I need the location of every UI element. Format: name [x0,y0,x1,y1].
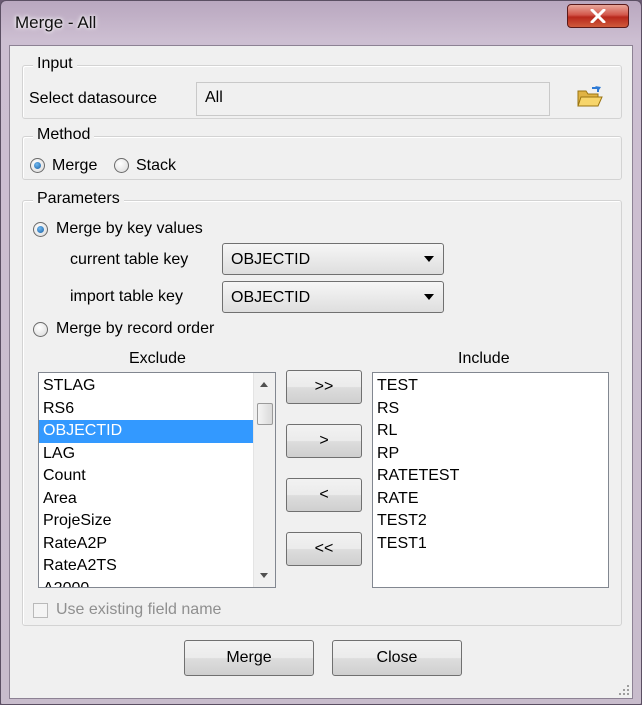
import-table-key-label: import table key [70,288,183,305]
list-item[interactable]: Area [39,488,275,511]
current-table-key-dropdown[interactable]: OBJECTID [222,243,444,275]
list-item[interactable]: RATETEST [373,465,608,488]
merge-button[interactable]: Merge [184,640,314,676]
list-item[interactable]: TEST [373,375,608,398]
list-item[interactable]: ProjeSize [39,510,275,533]
remove-button[interactable]: < [286,478,362,512]
list-item[interactable]: TEST1 [373,533,608,556]
list-item[interactable]: RL [373,420,608,443]
chevron-down-icon [424,256,434,262]
list-item[interactable]: RS [373,398,608,421]
list-item[interactable]: RP [373,443,608,466]
merge-dialog-window: Merge - All Input Select datasource All … [0,0,642,705]
exclude-listbox[interactable]: STLAG RS6 OBJECTID LAG Count Area ProjeS… [38,372,276,588]
method-merge-radio[interactable] [30,158,45,173]
merge-by-record-label: Merge by record order [56,320,215,337]
merge-by-key-label: Merge by key values [56,220,203,237]
exclude-items: STLAG RS6 OBJECTID LAG Count Area ProjeS… [39,373,275,588]
method-merge-label: Merge [52,157,98,174]
chevron-down-icon [424,294,434,300]
import-table-key-dropdown[interactable]: OBJECTID [222,281,444,313]
current-table-key-value: OBJECTID [231,251,311,268]
folder-open-icon[interactable] [576,86,604,110]
current-table-key-label: current table key [70,251,189,268]
add-button[interactable]: > [286,424,362,458]
method-group-legend: Method [33,126,95,144]
list-item[interactable]: STLAG [39,375,275,398]
add-all-button[interactable]: >> [286,370,362,404]
list-item[interactable]: RS6 [39,398,275,421]
use-existing-field-name-checkbox[interactable] [33,603,48,618]
remove-all-button[interactable]: << [286,532,362,566]
datasource-value: All [205,89,223,106]
use-existing-field-name-label: Use existing field name [56,601,222,618]
include-items: TEST RS RL RP RATETEST RATE TEST2 TEST1 [373,373,608,555]
list-item[interactable]: A2000 [39,578,275,588]
list-item[interactable]: RateA2P [39,533,275,556]
include-header: Include [458,350,510,367]
parameters-group-legend: Parameters [33,190,124,208]
chevron-down-icon[interactable] [260,573,268,578]
window-title: Merge - All [15,13,97,32]
list-item[interactable]: RATE [373,488,608,511]
include-listbox[interactable]: TEST RS RL RP RATETEST RATE TEST2 TEST1 [372,372,609,588]
datasource-field[interactable]: All [196,82,550,116]
close-icon [590,9,606,23]
merge-by-key-radio[interactable] [33,222,48,237]
list-item[interactable]: TEST2 [373,510,608,533]
dialog-client-area: Input Select datasource All Method Merge… [9,45,633,699]
method-group: Method [22,126,622,180]
input-group-legend: Input [33,55,77,73]
list-item-selected[interactable]: OBJECTID [39,420,275,443]
select-datasource-label: Select datasource [29,90,158,107]
list-item[interactable]: Count [39,465,275,488]
list-item[interactable]: LAG [39,443,275,466]
scrollbar-thumb[interactable] [257,403,273,425]
list-item[interactable]: RateA2TS [39,555,275,578]
chevron-up-icon[interactable] [260,382,268,387]
method-stack-radio[interactable] [114,158,129,173]
merge-by-record-radio[interactable] [33,322,48,337]
exclude-header: Exclude [129,350,186,367]
exclude-scrollbar[interactable] [253,373,275,587]
method-stack-label: Stack [136,157,177,174]
close-button[interactable]: Close [332,640,462,676]
resize-grip-icon[interactable] [618,684,630,696]
title-bar[interactable]: Merge - All [1,1,641,45]
window-close-button[interactable] [567,4,629,28]
import-table-key-value: OBJECTID [231,289,311,306]
